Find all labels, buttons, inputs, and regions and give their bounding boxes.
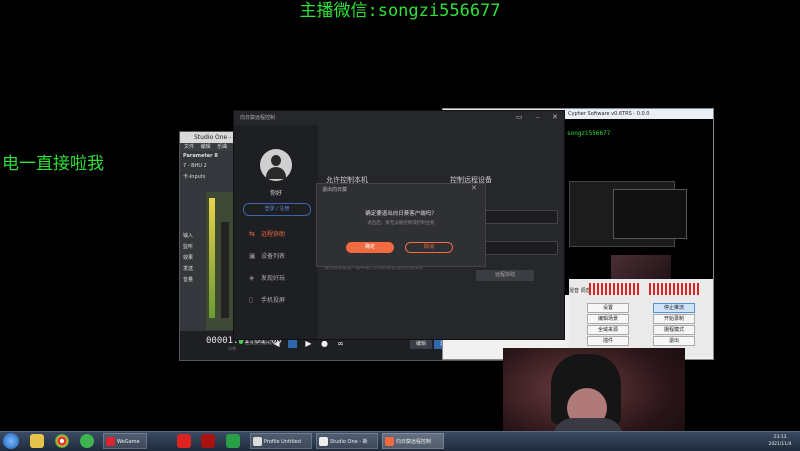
app-label: Profile Untitled — [264, 439, 301, 445]
app-label: 向日葵远程控制 — [396, 439, 432, 445]
app-label: WeGame — [117, 439, 140, 445]
nav-label: 发现好玩 — [261, 275, 286, 282]
avatar[interactable] — [260, 149, 292, 181]
track-sub: 7 - BHU 2 — [183, 163, 207, 169]
channel-strip — [206, 192, 234, 330]
left-overlay-text: 电一直接啦我 — [2, 154, 104, 174]
app-icon[interactable] — [226, 434, 240, 448]
stop-stream-button[interactable]: 停止推流 — [653, 303, 695, 313]
broadcast-controls: 混音 调音 设置 停止推流 编辑场景 开始录制 全域来源 摄程模式 插件 退出 — [569, 279, 713, 357]
start-button-icon[interactable] — [3, 433, 19, 449]
profile-icon — [253, 437, 262, 446]
menu-song[interactable]: 乐曲 — [217, 144, 227, 150]
app-icon[interactable] — [201, 434, 215, 448]
level-meter — [209, 198, 215, 318]
phone-cast-icon: ▯ — [249, 296, 253, 304]
clock-date: 2021/11/4 — [768, 442, 792, 447]
settings-button[interactable]: 设置 — [587, 303, 629, 313]
folder-icon[interactable] — [30, 434, 44, 448]
vu-meter — [649, 283, 701, 295]
clock-time: 23:13 — [773, 435, 787, 440]
full-source-button[interactable]: 全域来源 — [587, 325, 629, 335]
time-unit: 小节 — [228, 346, 236, 351]
dialog-subtext: 退出后，将无法被控制或控制主机 — [367, 221, 435, 226]
remote-sidebar: 你好 登录 / 注册 ⇆ 远程协助 ▣ 设备列表 ◈ 发现好玩 ▯ 手机投屏 连接服务器… — [234, 125, 318, 346]
wechat-icon[interactable] — [80, 434, 94, 448]
edit-scene-button[interactable]: 编辑场景 — [587, 314, 629, 324]
cancel-button[interactable]: 取消 — [405, 242, 453, 253]
taskbar-app-sunlogin[interactable]: 向日葵远程控制 — [382, 433, 444, 449]
status-text: 连接服务器成功 — [245, 341, 277, 346]
plugins-button[interactable]: 插件 — [587, 336, 629, 346]
nav-device-list[interactable]: ▣ 设备列表 — [249, 251, 285, 260]
taskbar-app-wegame[interactable]: WeGame — [103, 433, 147, 449]
menu-file[interactable]: 文件 — [184, 144, 194, 150]
vu-meter — [589, 283, 641, 295]
nested-preview-inner — [613, 189, 687, 239]
tab-edit[interactable]: 编辑 — [410, 339, 432, 349]
netease-music-icon[interactable] — [177, 434, 191, 448]
volume-fader[interactable] — [221, 222, 229, 318]
status-dot-icon — [239, 340, 243, 344]
dialog-title: 退出向日葵 — [322, 187, 348, 193]
discover-icon: ◈ — [249, 274, 255, 282]
remote-assist-icon: ⇆ — [249, 230, 255, 238]
remote-assist-button[interactable]: 远程协助 — [476, 270, 534, 281]
connection-status: 连接服务器成功 — [239, 340, 277, 346]
sunlogin-icon — [385, 437, 394, 446]
device-list-icon: ▣ — [249, 252, 256, 260]
clock[interactable]: 23:13 2021/11/4 — [762, 434, 798, 448]
inspector-row: 卡-Inputs — [183, 174, 206, 180]
close-icon[interactable]: ✕ — [471, 184, 477, 192]
close-icon[interactable]: ✕ — [552, 113, 558, 121]
track-label: Parameter 8 — [183, 153, 218, 159]
studio-one-icon — [319, 437, 328, 446]
exit-button[interactable]: 退出 — [653, 336, 695, 346]
settings-icon[interactable]: ▭ — [516, 113, 523, 121]
nav-label: 手机投屏 — [261, 297, 286, 304]
taskbar-app-studio-one[interactable]: Studio One - 新 — [316, 433, 378, 449]
record-icon[interactable]: ● — [320, 339, 329, 348]
confirm-button[interactable]: 确定 — [346, 242, 394, 253]
streamer-wechat-overlay: 主播微信:songzi556677 — [299, 1, 501, 21]
taskbar-app-profile[interactable]: Profile Untitled — [250, 433, 312, 449]
mixer-label: 混音 调音 — [569, 288, 591, 294]
nav-discover[interactable]: ◈ 发现好玩 — [249, 273, 285, 282]
taskbar: WeGame Profile Untitled Studio One - 新 向… — [0, 431, 800, 451]
nav-remote-assist[interactable]: ⇆ 远程协助 — [249, 229, 285, 238]
play-icon[interactable]: ▶ — [304, 339, 313, 348]
loop-icon[interactable]: ∞ — [336, 339, 345, 348]
start-record-button[interactable]: 开始录制 — [653, 314, 695, 324]
menu-edit[interactable]: 编辑 — [201, 144, 211, 150]
login-register-button[interactable]: 登录 / 注册 — [243, 203, 311, 216]
preview-overlay-text: songzi556677 — [567, 130, 611, 137]
dialog-question: 确定要退出向日葵客户端吗？ — [365, 211, 437, 217]
wegame-icon — [106, 437, 115, 446]
exit-dialog: 退出向日葵 ✕ 确定要退出向日葵客户端吗？ 退出后，将无法被控制或控制主机 确定… — [316, 183, 486, 267]
nav-label: 设备列表 — [261, 253, 286, 260]
stop-icon[interactable] — [288, 339, 297, 348]
chrome-icon[interactable] — [55, 434, 69, 448]
minimize-icon[interactable]: – — [536, 113, 540, 121]
nav-phone-cast[interactable]: ▯ 手机投屏 — [249, 295, 285, 304]
nav-label: 远程协助 — [261, 231, 286, 238]
greeting: 你好 — [269, 190, 282, 197]
app-label: Studio One - 新 — [330, 439, 368, 445]
studio-mode-button[interactable]: 摄程模式 — [653, 325, 695, 335]
